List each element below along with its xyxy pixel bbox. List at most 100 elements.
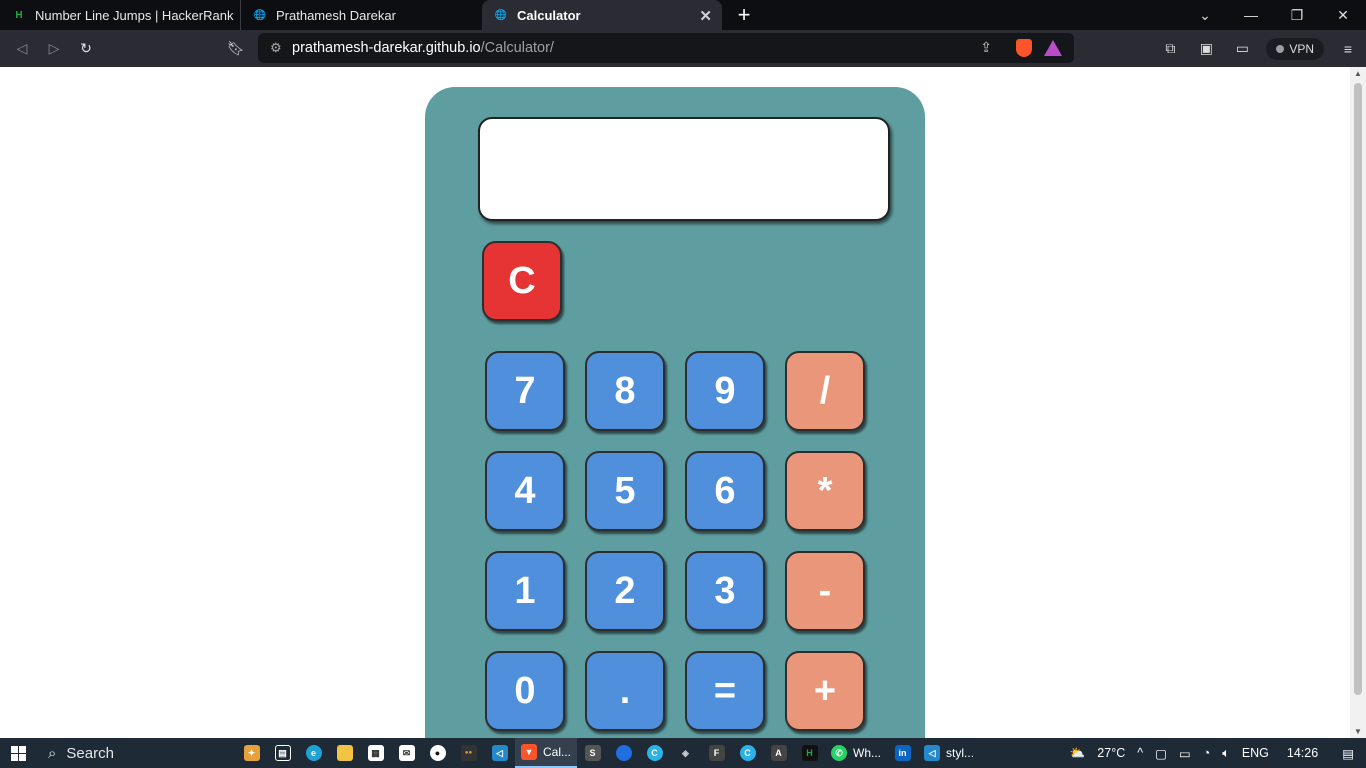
tab-title: Calculator	[517, 7, 581, 23]
digit-7-button[interactable]: 7	[485, 351, 565, 431]
proton-icon[interactable]	[608, 738, 639, 768]
taskbar-app-label: Wh...	[853, 746, 882, 760]
system-tray: ⛅ 27°C ^ ▢ ▭ ◔ 🔈︎ ENG 14:26 ▤	[1064, 738, 1366, 768]
vpn-button[interactable]: VPN	[1266, 37, 1324, 60]
meet-icon[interactable]: ▢	[1149, 746, 1173, 761]
calculator-body: C 7 8 9/ 4 5 6 * 1 2 3- 0. = +	[425, 87, 925, 738]
taskbar-search[interactable]: ⌕ Search	[36, 738, 236, 768]
clock[interactable]: 14:26	[1275, 746, 1330, 760]
calculator-display	[478, 117, 890, 221]
file-explorer-icon[interactable]	[329, 738, 360, 768]
vscode-icon: ◁	[924, 745, 941, 761]
multiply-button[interactable]: *	[785, 451, 865, 531]
url-host: prathamesh-darekar.github.io	[292, 40, 481, 56]
restore-icon[interactable]: ❐	[1274, 7, 1320, 24]
canva-icon[interactable]: C	[639, 738, 670, 768]
mail-icon[interactable]: ✉	[391, 738, 422, 768]
digit-9-button[interactable]: 9	[685, 351, 765, 431]
language-indicator[interactable]: ENG	[1236, 746, 1275, 760]
scroll-up-icon[interactable]: ▲	[1350, 69, 1366, 78]
app-s-icon[interactable]: S	[577, 738, 608, 768]
store-icon[interactable]: ▦	[360, 738, 391, 768]
menu-icon[interactable]: ≡	[1330, 41, 1366, 57]
new-tab-button[interactable]: +	[732, 2, 756, 28]
hackerrank-taskbar-icon[interactable]: H	[794, 738, 825, 768]
scrollbar-thumb[interactable]	[1354, 83, 1362, 695]
brave-shields-icon[interactable]	[1016, 39, 1032, 57]
taskbar-app-label: styl...	[946, 746, 975, 760]
forward-icon[interactable]: ▷	[38, 40, 70, 57]
browser-tab-strip: H Number Line Jumps | HackerRank 🌐 Prath…	[0, 0, 1366, 30]
app-icon[interactable]: ●●	[453, 738, 484, 768]
scroll-down-icon[interactable]: ▼	[1350, 727, 1366, 736]
layers-icon[interactable]: ◈	[670, 738, 701, 768]
url-path: /Calculator/	[480, 40, 554, 56]
minimize-icon[interactable]: —	[1228, 7, 1274, 23]
clear-button[interactable]: C	[482, 241, 562, 321]
taskbar-app-brave[interactable]: ▼ Cal...	[515, 738, 578, 768]
show-hidden-icons-icon[interactable]: ^	[1131, 746, 1149, 760]
tab-prathamesh[interactable]: 🌐 Prathamesh Darekar	[240, 0, 480, 30]
app-f-icon[interactable]: F	[701, 738, 732, 768]
globe-icon: 🌐	[494, 9, 508, 21]
start-button[interactable]	[0, 738, 36, 768]
weather-icon[interactable]: ⛅	[1064, 746, 1092, 761]
widget-diya-icon[interactable]: ✦	[236, 738, 267, 768]
brave-rewards-icon[interactable]	[1044, 40, 1062, 56]
taskbar-app-vscode[interactable]: ◁ styl...	[918, 738, 980, 768]
volume-icon[interactable]: 🔈︎	[1216, 746, 1236, 761]
address-bar[interactable]: ⚙︎ prathamesh-darekar.github.io/Calculat…	[258, 33, 1074, 63]
vpn-label: VPN	[1289, 41, 1314, 56]
digit-3-button[interactable]: 3	[685, 551, 765, 631]
hackerrank-icon: H	[15, 9, 23, 21]
taskbar-app-whatsapp[interactable]: ✆ Wh...	[825, 738, 887, 768]
page-viewport: C 7 8 9/ 4 5 6 * 1 2 3- 0. = +	[0, 67, 1350, 738]
globe-icon: 🌐	[253, 9, 267, 21]
digit-6-button[interactable]: 6	[685, 451, 765, 531]
share-icon[interactable]: ⇪	[980, 39, 992, 56]
tab-title: Number Line Jumps | HackerRank	[35, 7, 234, 23]
wifi-icon[interactable]: ◔	[1197, 746, 1217, 760]
brave-icon: ▼	[521, 744, 537, 760]
digit-0-button[interactable]: 0	[485, 651, 565, 731]
digit-2-button[interactable]: 2	[585, 551, 665, 631]
windows-taskbar: ⌕ Search ✦ ▤ e ▦ ✉ ● ●● ◁ ▼ Cal... S C ◈…	[0, 738, 1366, 768]
reload-icon[interactable]: ↻	[70, 40, 102, 57]
vscode-icon[interactable]: ◁	[484, 738, 515, 768]
digit-4-button[interactable]: 4	[485, 451, 565, 531]
whatsapp-icon: ✆	[831, 745, 848, 761]
back-icon[interactable]: ◁	[6, 40, 38, 57]
decimal-button[interactable]: .	[585, 651, 665, 731]
search-label: Search	[66, 744, 114, 762]
page-scrollbar[interactable]: ▲ ▼	[1350, 67, 1366, 738]
linkedin-icon[interactable]: in	[887, 738, 918, 768]
bookmark-icon[interactable]: 🔖︎	[220, 40, 252, 57]
window-controls: ⌄ — ❐ ✕	[1182, 0, 1366, 30]
digit-5-button[interactable]: 5	[585, 451, 665, 531]
tab-search-chevron-icon[interactable]: ⌄	[1182, 7, 1228, 24]
close-tab-icon[interactable]: ✕	[699, 7, 712, 25]
extensions-icon[interactable]: ⧉	[1152, 40, 1188, 57]
equals-button[interactable]: =	[685, 651, 765, 731]
close-window-icon[interactable]: ✕	[1320, 7, 1366, 24]
task-view-icon[interactable]: ▤	[267, 738, 298, 768]
divide-button[interactable]: /	[785, 351, 865, 431]
add-button[interactable]: +	[785, 651, 865, 731]
github-icon[interactable]: ●	[422, 738, 453, 768]
digit-8-button[interactable]: 8	[585, 351, 665, 431]
site-settings-icon[interactable]: ⚙︎	[270, 40, 282, 56]
search-icon: ⌕	[48, 744, 57, 762]
app-a-icon[interactable]: A	[763, 738, 794, 768]
canva-2-icon[interactable]: C	[732, 738, 763, 768]
notifications-icon[interactable]: ▤	[1330, 746, 1366, 761]
digit-1-button[interactable]: 1	[485, 551, 565, 631]
tab-calculator[interactable]: 🌐 Calculator ✕	[482, 0, 722, 30]
battery-icon[interactable]: ▭	[1173, 746, 1197, 761]
sidebar-icon[interactable]: ▣	[1188, 40, 1224, 57]
wallet-icon[interactable]: ▭	[1224, 40, 1260, 57]
weather-temp[interactable]: 27°C	[1091, 746, 1131, 760]
subtract-button[interactable]: -	[785, 551, 865, 631]
windows-logo-icon	[10, 745, 26, 761]
tab-hackerrank[interactable]: H Number Line Jumps | HackerRank	[0, 0, 240, 30]
edge-icon[interactable]: e	[298, 738, 329, 768]
